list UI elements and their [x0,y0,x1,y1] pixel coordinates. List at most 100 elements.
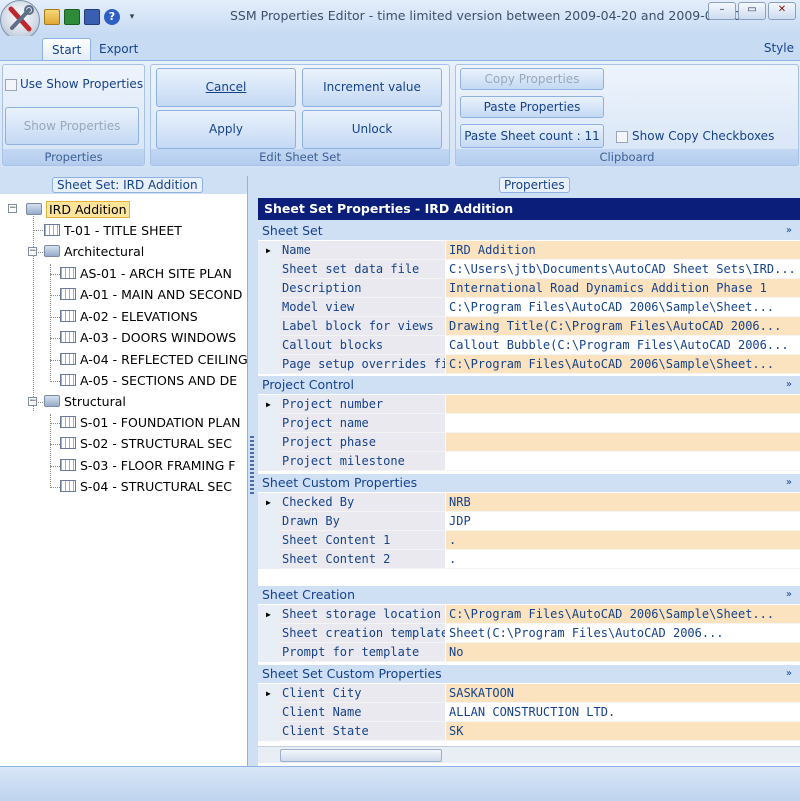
property-row[interactable]: Project name [258,414,800,433]
collapse-icon[interactable]: » [786,376,792,394]
open-folder-icon[interactable] [44,9,60,25]
expand-toggle-icon[interactable]: − [28,397,37,406]
tree-node-sheet[interactable]: S-01 - FOUNDATION PLAN [60,413,241,433]
maximize-icon[interactable]: ▭ [738,2,766,20]
property-row[interactable]: Drawn By JDP [258,512,800,531]
dropdown-icon[interactable]: ▾ [124,9,140,25]
collapse-icon[interactable]: » [786,665,792,683]
property-value[interactable]: JDP [446,512,800,531]
clipboard-group-label: Clipboard [456,149,798,165]
category-sheet-creation[interactable]: Sheet Creation » [258,586,800,604]
tree-node-sheet[interactable]: A-04 - REFLECTED CEILING [60,350,247,370]
tab-export[interactable]: Export [90,38,147,60]
property-row[interactable]: ▶ Project number [258,395,800,414]
property-value[interactable]: Drawing Title(C:\Program Files\AutoCAD 2… [446,317,800,336]
tree-node-subset[interactable]: Structural [44,392,126,412]
tree-node-sheet[interactable]: S-02 - STRUCTURAL SEC [60,434,232,454]
tab-start[interactable]: Start [42,38,92,61]
tree-node-sheet[interactable]: A-05 - SECTIONS AND DE [60,371,237,391]
property-row[interactable]: ▶ Checked By NRB [258,493,800,512]
property-row[interactable]: ▶ Client City SASKATOON [258,684,800,703]
scrollbar-thumb[interactable] [280,749,442,762]
property-value[interactable] [446,395,800,414]
property-value[interactable]: C:\Program Files\AutoCAD 2006\Sample\She… [446,605,800,624]
property-row[interactable]: Page setup overrides file C:\Program File… [258,355,800,374]
property-row[interactable]: ▶ Sheet storage location C:\Program Files\… [258,605,800,624]
tree-node-root[interactable]: IRD Addition [26,200,130,220]
paste-sheet-count-button[interactable]: Paste Sheet count : 11 [460,124,604,148]
property-value[interactable]: C:\Program Files\AutoCAD 2006\Sample\She… [446,298,800,317]
tree-node-sheet[interactable]: A-02 - ELEVATIONS [60,307,198,327]
property-row[interactable]: Prompt for template No [258,643,800,662]
save-icon[interactable] [84,9,100,25]
property-value[interactable]: NRB [446,493,800,512]
style-menu[interactable]: Style [764,41,794,55]
use-show-properties-label: Use Show Properties [20,77,144,91]
excel-icon[interactable] [64,9,80,25]
app-menu-button[interactable] [0,0,40,40]
copy-properties-button[interactable]: Copy Properties [460,68,604,90]
show-properties-button[interactable]: Show Properties [5,107,139,145]
show-copy-checkboxes-checkbox[interactable] [616,131,628,143]
property-value[interactable]: ALLAN CONSTRUCTION LTD. [446,703,800,722]
minimize-icon[interactable]: – [708,2,736,20]
help-icon[interactable]: ? [104,9,120,25]
property-row[interactable]: Client State SK [258,722,800,741]
use-show-properties-checkbox[interactable] [5,79,17,91]
property-row[interactable]: Model view C:\Program Files\AutoCAD 2006\… [258,298,800,317]
property-value[interactable]: . [446,550,800,569]
category-sheet-custom-properties[interactable]: Sheet Custom Properties » [258,474,800,492]
category-project-control[interactable]: Project Control » [258,376,800,394]
tree-node-sheet[interactable]: A-01 - MAIN AND SECOND [60,285,242,305]
property-row[interactable]: Project phase [258,433,800,452]
property-name: Sheet Content 2 [280,550,445,569]
tree-node-sheet[interactable]: T-01 - TITLE SHEET [44,221,182,241]
row-gutter [258,355,280,374]
collapse-icon[interactable]: » [786,474,792,492]
increment-value-button[interactable]: Increment value [302,68,442,107]
property-value[interactable]: International Road Dynamics Addition Pha… [446,279,800,298]
horizontal-scrollbar[interactable] [258,746,800,763]
property-row[interactable]: Sheet creation template Sheet(C:\Program … [258,624,800,643]
category-sheet-set-custom-properties[interactable]: Sheet Set Custom Properties » [258,665,800,683]
expand-toggle-icon[interactable]: − [28,247,37,256]
category-sheet-set[interactable]: Sheet Set » [258,222,800,240]
property-row[interactable]: Client Name ALLAN CONSTRUCTION LTD. [258,703,800,722]
tree-line [50,317,60,318]
tree-node-sheet[interactable]: S-03 - FLOOR FRAMING F [60,456,235,476]
tree-node-sheet[interactable]: S-04 - STRUCTURAL SEC [60,477,232,497]
paste-properties-button[interactable]: Paste Properties [460,96,604,118]
apply-button[interactable]: Apply [156,110,296,149]
property-row[interactable]: Label block for views Drawing Title(C:\Pr… [258,317,800,336]
property-value[interactable]: . [446,531,800,550]
collapse-icon[interactable]: » [786,222,792,240]
property-value[interactable] [446,452,800,471]
property-value[interactable]: Callout Bubble(C:\Program Files\AutoCAD … [446,336,800,355]
tree-node-subset[interactable]: Architectural [44,242,144,262]
property-value[interactable]: C:\Users\jtb\Documents\AutoCAD Sheet Set… [446,260,800,279]
row-gutter: ▶ [258,684,280,703]
property-value[interactable]: SK [446,722,800,741]
property-row[interactable]: ▶ Name IRD Addition [258,241,800,260]
tree-node-sheet[interactable]: A-03 - DOORS WINDOWS [60,328,236,348]
property-row[interactable]: Callout blocks Callout Bubble(C:\Program … [258,336,800,355]
property-value[interactable]: SASKATOON [446,684,800,703]
property-row[interactable]: Project milestone [258,452,800,471]
property-row[interactable]: Sheet Content 1. [258,531,800,550]
property-row[interactable]: Sheet Content 2. [258,550,800,569]
tree-node-sheet[interactable]: AS-01 - ARCH SITE PLAN [60,264,232,284]
property-value[interactable]: Sheet(C:\Program Files\AutoCAD 2006... [446,624,800,643]
property-value[interactable]: No [446,643,800,662]
collapse-icon[interactable]: » [786,586,792,604]
property-value[interactable] [446,433,800,452]
property-value[interactable]: IRD Addition [446,241,800,260]
property-value[interactable]: C:\Program Files\AutoCAD 2006\Sample\She… [446,355,800,374]
panel-splitter[interactable] [248,176,256,766]
property-value[interactable] [446,414,800,433]
property-row[interactable]: Sheet set data file C:\Users\jtb\Document… [258,260,800,279]
property-row[interactable]: Description International Road Dynamics A… [258,279,800,298]
cancel-button[interactable]: Cancel [156,68,296,107]
unlock-button[interactable]: Unlock [302,110,442,149]
close-icon[interactable]: ✕ [768,2,796,20]
expand-toggle-icon[interactable]: − [8,204,17,213]
